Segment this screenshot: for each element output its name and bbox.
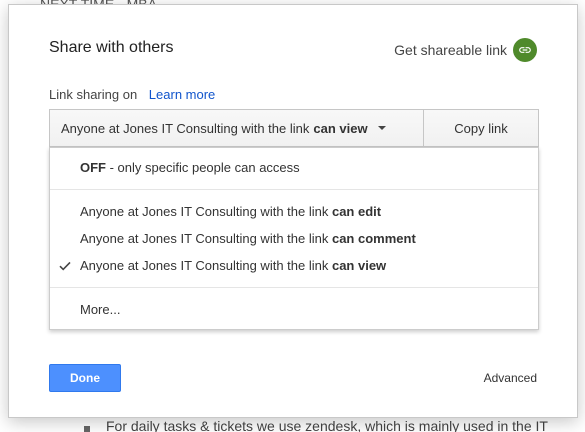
dialog-title: Share with others: [49, 39, 174, 56]
menu-item-permission: can edit: [331, 204, 382, 219]
get-shareable-link-label: Get shareable link: [394, 42, 507, 58]
done-button[interactable]: Done: [49, 364, 121, 392]
menu-item-can-view[interactable]: Anyone at Jones IT Consulting with the l…: [50, 252, 538, 279]
chevron-down-icon: [377, 126, 386, 130]
menu-item-off-text: - only specific people can access: [106, 160, 300, 175]
link-sharing-status: Link sharing on Learn more: [49, 87, 215, 102]
menu-item-prefix: Anyone at Jones IT Consulting with the l…: [80, 231, 332, 246]
dropdown-selected-permission: can view: [313, 120, 368, 136]
get-shareable-link-button[interactable]: Get shareable link: [394, 38, 537, 62]
menu-item-prefix: Anyone at Jones IT Consulting with the l…: [80, 204, 332, 219]
menu-item-more[interactable]: More...: [50, 296, 538, 323]
menu-item-can-comment[interactable]: Anyone at Jones IT Consulting with the l…: [50, 225, 538, 252]
learn-more-link[interactable]: Learn more: [149, 87, 215, 102]
background-bullet: [84, 426, 90, 432]
menu-divider: [50, 287, 538, 288]
menu-item-prefix: Anyone at Jones IT Consulting with the l…: [80, 258, 332, 273]
menu-item-permission: can view: [331, 258, 387, 273]
menu-divider: [50, 189, 538, 190]
permission-menu: OFF - only specific people can access An…: [49, 147, 539, 330]
background-bullet-text: For daily tasks & tickets we use zendesk…: [106, 418, 548, 432]
link-sharing-label: Link sharing on: [49, 87, 138, 102]
sharing-controls: Anyone at Jones IT Consulting with the l…: [49, 109, 539, 147]
menu-item-off[interactable]: OFF - only specific people can access: [50, 154, 538, 181]
link-icon: [513, 38, 537, 62]
dropdown-prefix-text: Anyone at Jones IT Consulting with the l…: [61, 120, 310, 136]
copy-link-button[interactable]: Copy link: [423, 109, 539, 147]
advanced-link[interactable]: Advanced: [484, 371, 537, 385]
menu-item-permission: can comment: [331, 231, 416, 246]
sharing-permission-dropdown[interactable]: Anyone at Jones IT Consulting with the l…: [49, 109, 423, 147]
menu-item-can-edit[interactable]: Anyone at Jones IT Consulting with the l…: [50, 198, 538, 225]
share-dialog: Share with others Get shareable link Lin…: [8, 4, 578, 418]
checkmark-icon: [58, 252, 72, 279]
background-bottom-text: For daily tasks & tickets we use zendesk…: [84, 418, 548, 432]
menu-item-off-bold: OFF: [80, 160, 106, 175]
